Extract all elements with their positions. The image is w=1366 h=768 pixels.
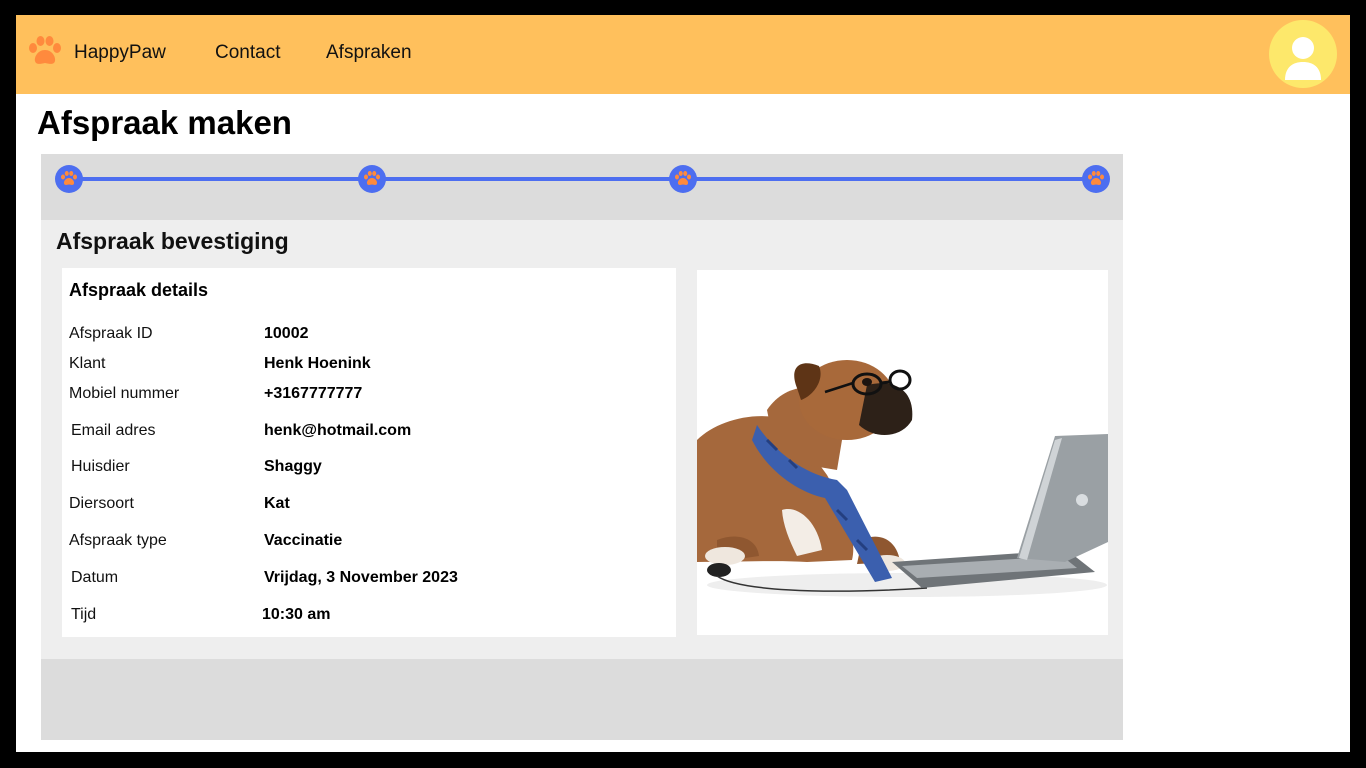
section-title: Afspraak bevestiging xyxy=(56,228,289,254)
step-3[interactable] xyxy=(669,165,697,193)
progress-stepper xyxy=(41,154,1123,220)
step-2[interactable] xyxy=(358,165,386,193)
paw-icon xyxy=(675,171,691,185)
value-diersoort: Kat xyxy=(264,495,290,512)
label-klant: Klant xyxy=(69,355,106,372)
user-avatar[interactable] xyxy=(1269,20,1337,88)
label-afspraak-id: Afspraak ID xyxy=(69,325,153,342)
label-mobiel-nummer: Mobiel nummer xyxy=(69,385,180,402)
label-tijd: Tijd xyxy=(71,606,97,623)
step-4[interactable] xyxy=(1082,165,1110,193)
label-huisdier: Huisdier xyxy=(71,458,130,475)
value-huisdier: Shaggy xyxy=(264,458,322,475)
label-datum: Datum xyxy=(71,569,119,586)
brand-name[interactable]: HappyPaw xyxy=(74,42,166,64)
label-diersoort: Diersoort xyxy=(69,495,134,512)
value-datum: Vrijdag, 3 November 2023 xyxy=(264,569,458,586)
value-mobiel-nummer: +3167777777 xyxy=(264,385,363,402)
page-title: Afspraak maken xyxy=(37,104,292,141)
nav-link-contact[interactable]: Contact xyxy=(215,42,280,64)
nav-link-afspraken[interactable]: Afspraken xyxy=(326,42,412,64)
stepper-line xyxy=(68,177,1096,181)
footer-band xyxy=(41,659,1123,740)
dog-laptop-image xyxy=(697,270,1108,635)
step-1[interactable] xyxy=(55,165,83,193)
paw-icon xyxy=(61,171,77,185)
value-afspraak-type: Vaccinatie xyxy=(264,532,343,549)
navbar: HappyPaw Contact Afspraken xyxy=(16,15,1350,94)
label-afspraak-type: Afspraak type xyxy=(69,532,167,549)
value-tijd: 10:30 am xyxy=(262,606,331,623)
value-email-adres: henk@hotmail.com xyxy=(264,422,412,439)
value-klant: Henk Hoenink xyxy=(264,355,371,372)
details-title: Afspraak details xyxy=(69,280,209,300)
paw-logo-icon[interactable] xyxy=(27,35,63,67)
user-icon xyxy=(1285,37,1321,80)
dog-laptop-illustration xyxy=(697,360,1108,597)
label-email-adres: Email adres xyxy=(71,422,156,439)
details-card: Afspraak details Afspraak ID 10002 Klant… xyxy=(62,268,676,637)
app-frame: HappyPaw Contact Afspraken Afspraak make… xyxy=(16,15,1350,752)
paw-icon xyxy=(1088,171,1104,185)
paw-icon xyxy=(364,171,380,185)
appointment-wizard: Afspraak bevestiging Afspraak details Af… xyxy=(41,154,1123,740)
value-afspraak-id: 10002 xyxy=(264,325,309,342)
